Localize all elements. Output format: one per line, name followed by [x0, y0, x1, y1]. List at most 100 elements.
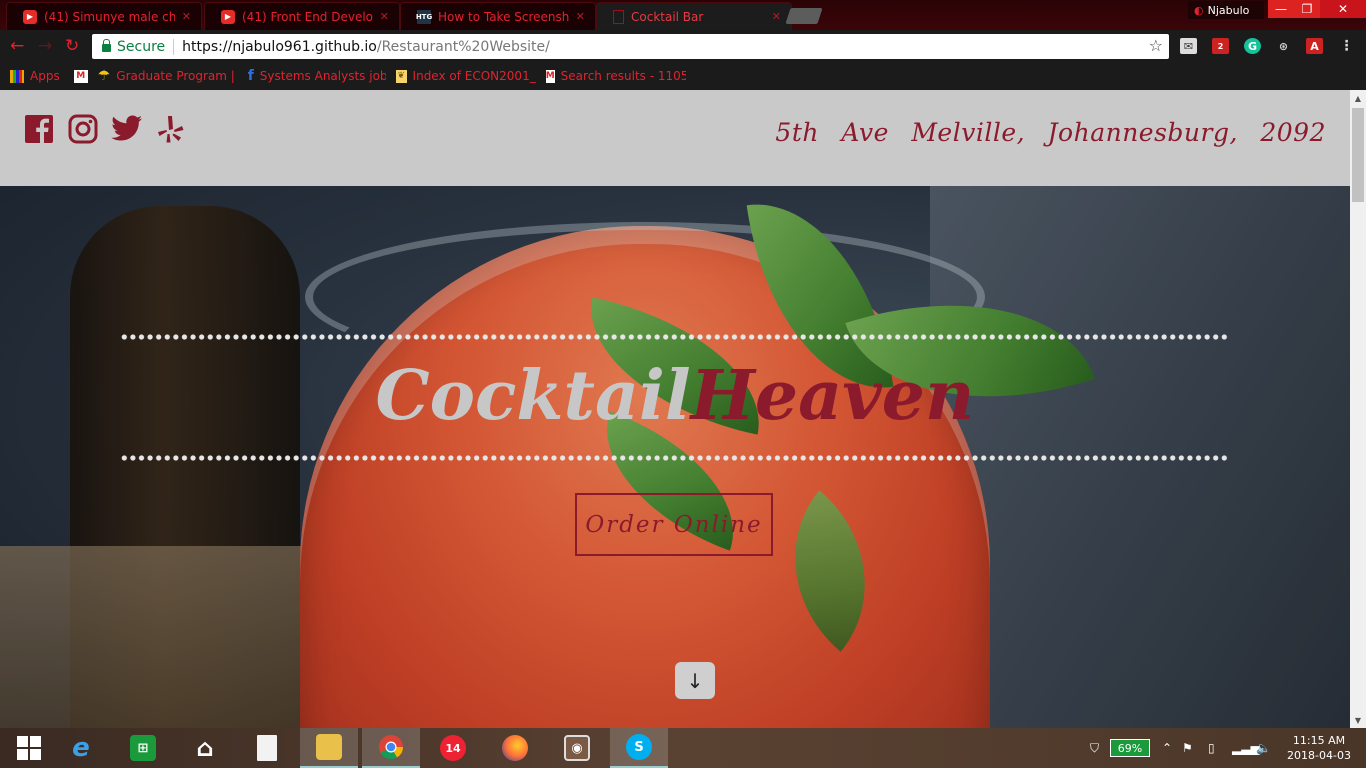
bookmark-star-icon[interactable]: ☆: [1149, 36, 1163, 55]
restaurant-address: 5th Ave Melville, Johannesburg, 2092: [775, 118, 1326, 147]
clock-date: 2018-04-03: [1287, 749, 1351, 762]
volume-icon[interactable]: 🔈: [1256, 728, 1271, 768]
tab-youtube-1[interactable]: ▶ (41) Simunye male ch ✕: [6, 2, 202, 30]
start-button[interactable]: [0, 728, 58, 768]
forward-button[interactable]: →: [38, 36, 52, 56]
yelp-icon[interactable]: [158, 114, 184, 144]
gmail-icon: M: [545, 69, 555, 83]
scroll-up-arrow-icon[interactable]: ▲: [1350, 90, 1366, 106]
url-path: /Restaurant%20Website/: [376, 38, 550, 55]
firefox-icon: [502, 735, 528, 761]
taskbar-ie[interactable]: e: [52, 728, 110, 768]
bookmark-graduate-program[interactable]: ☂ Graduate Program | S: [98, 69, 238, 83]
back-button[interactable]: ←: [10, 36, 24, 56]
taskbar-file-explorer[interactable]: [300, 728, 358, 768]
taskbar-app-14[interactable]: 14: [424, 728, 482, 768]
minimize-button[interactable]: —: [1268, 0, 1294, 18]
todoist-extension-icon[interactable]: 2: [1212, 38, 1229, 54]
gmail-icon: M: [73, 69, 88, 83]
profile-icon: ◐: [1194, 3, 1204, 17]
mail-extension-icon[interactable]: ✉: [1180, 38, 1197, 54]
web-page: 5th Ave Melville, Johannesburg, 2092 Coc…: [0, 90, 1350, 728]
bookmarks-bar: Apps M ☂ Graduate Program | S f Systems …: [0, 62, 1366, 90]
defender-icon[interactable]: ⛉: [1090, 728, 1099, 768]
order-online-button[interactable]: Order Online: [575, 493, 773, 556]
tab-title: (41) Front End Develop: [242, 9, 373, 24]
dotted-divider-top: [120, 334, 1230, 340]
arrow-down-icon: ↓: [686, 668, 704, 693]
battery-icon: 69%: [1110, 739, 1150, 757]
chrome-icon: [379, 735, 403, 760]
careers-icon: f: [247, 69, 254, 83]
close-window-button[interactable]: ✕: [1320, 0, 1366, 18]
tab-title: Cocktail Bar: [631, 9, 704, 24]
profile-button[interactable]: ◐ Njabulo: [1188, 1, 1264, 19]
scroll-down-arrow-icon[interactable]: ▼: [1350, 712, 1366, 728]
action-flag-icon[interactable]: ⚑: [1182, 728, 1193, 768]
store-icon: ⊞: [130, 735, 156, 761]
bookmark-label: Index of ECON2001_: [412, 69, 536, 83]
file-icon: [257, 735, 277, 761]
bookmark-label: Graduate Program | S: [116, 69, 238, 83]
close-tab-icon[interactable]: ✕: [772, 10, 781, 23]
bookmark-label: Search results - 1105: [560, 69, 686, 83]
tab-title: How to Take Screensho: [438, 9, 569, 24]
taskbar-instagram[interactable]: ◉: [548, 728, 606, 768]
taskbar-file[interactable]: [238, 728, 296, 768]
instagram-icon[interactable]: [68, 114, 98, 144]
scroll-down-button[interactable]: ↓: [675, 662, 715, 699]
tab-title: (41) Simunye male ch: [44, 9, 175, 24]
taskbar-firefox[interactable]: [486, 728, 544, 768]
reload-button[interactable]: ↻: [65, 36, 79, 56]
maximize-button[interactable]: ❐: [1294, 0, 1320, 18]
fingerprint-extension-icon[interactable]: ⊛: [1275, 38, 1292, 54]
chrome-menu-icon[interactable]: ⋮: [1338, 38, 1355, 54]
site-header: 5th Ave Melville, Johannesburg, 2092: [0, 90, 1350, 186]
twitter-icon[interactable]: [111, 114, 143, 144]
taskbar-store[interactable]: ⊞: [114, 728, 172, 768]
bookmark-econ-index[interactable]: ❦ Index of ECON2001_: [395, 69, 536, 83]
youtube-icon: ▶: [221, 9, 235, 24]
taskbar-home[interactable]: ⌂: [176, 728, 234, 768]
dotted-divider-bottom: [120, 455, 1230, 461]
tray-expand-icon[interactable]: ⌃: [1162, 728, 1172, 768]
page-scrollbar[interactable]: ▲ ▼: [1350, 90, 1366, 728]
power-icon[interactable]: ▯: [1208, 728, 1215, 768]
new-tab-button[interactable]: [785, 8, 823, 24]
folder-index-icon: ❦: [395, 69, 407, 83]
close-tab-icon[interactable]: ✕: [182, 10, 191, 23]
pdf-extension-icon[interactable]: A: [1306, 38, 1323, 54]
profile-name: Njabulo: [1207, 3, 1250, 17]
folder-icon: [316, 734, 342, 760]
bookmark-systems-analysts[interactable]: f Systems Analysts job: [248, 69, 386, 83]
document-icon: [613, 9, 624, 24]
instagram-app-icon: ◉: [564, 735, 590, 761]
bookmark-search-results[interactable]: M Search results - 1105: [545, 69, 686, 83]
tab-youtube-2[interactable]: ▶ (41) Front End Develop ✕: [204, 2, 400, 30]
security-label: Secure: [117, 38, 166, 55]
browser-toolbar: ← → ↻ Secure https://njabulo961.github.i…: [0, 30, 1366, 62]
extension-badge: 2: [1217, 41, 1224, 51]
system-clock[interactable]: 11:15 AM 2018-04-03: [1283, 733, 1355, 763]
address-bar[interactable]: Secure https://njabulo961.github.io/Rest…: [92, 34, 1169, 59]
scrollbar-thumb[interactable]: [1352, 108, 1364, 202]
close-tab-icon[interactable]: ✕: [380, 10, 389, 23]
lock-icon: [102, 39, 111, 52]
tab-cocktail-bar[interactable]: Cocktail Bar ✕: [596, 2, 792, 30]
tab-strip: ▶ (41) Simunye male ch ✕ ▶ (41) Front En…: [0, 0, 1366, 30]
grammarly-icon[interactable]: G: [1244, 38, 1261, 54]
htg-icon: HTG: [416, 9, 432, 24]
hero-title: CocktailHeaven: [0, 356, 1350, 436]
battery-indicator[interactable]: 69%: [1110, 728, 1150, 768]
bookmark-gmail[interactable]: M: [73, 69, 88, 83]
close-tab-icon[interactable]: ✕: [576, 10, 585, 23]
bookmark-apps[interactable]: Apps: [10, 69, 60, 83]
taskbar-chrome[interactable]: [362, 728, 420, 768]
taskbar-skype[interactable]: S: [610, 728, 668, 768]
tab-htg[interactable]: HTG How to Take Screensho ✕: [400, 2, 596, 30]
skype-icon: S: [626, 734, 652, 760]
windows-logo-icon: [17, 736, 41, 760]
hero-section: CocktailHeaven Order Online ↓: [0, 186, 1350, 728]
apps-grid-icon: [10, 69, 24, 83]
facebook-icon[interactable]: [24, 114, 54, 144]
